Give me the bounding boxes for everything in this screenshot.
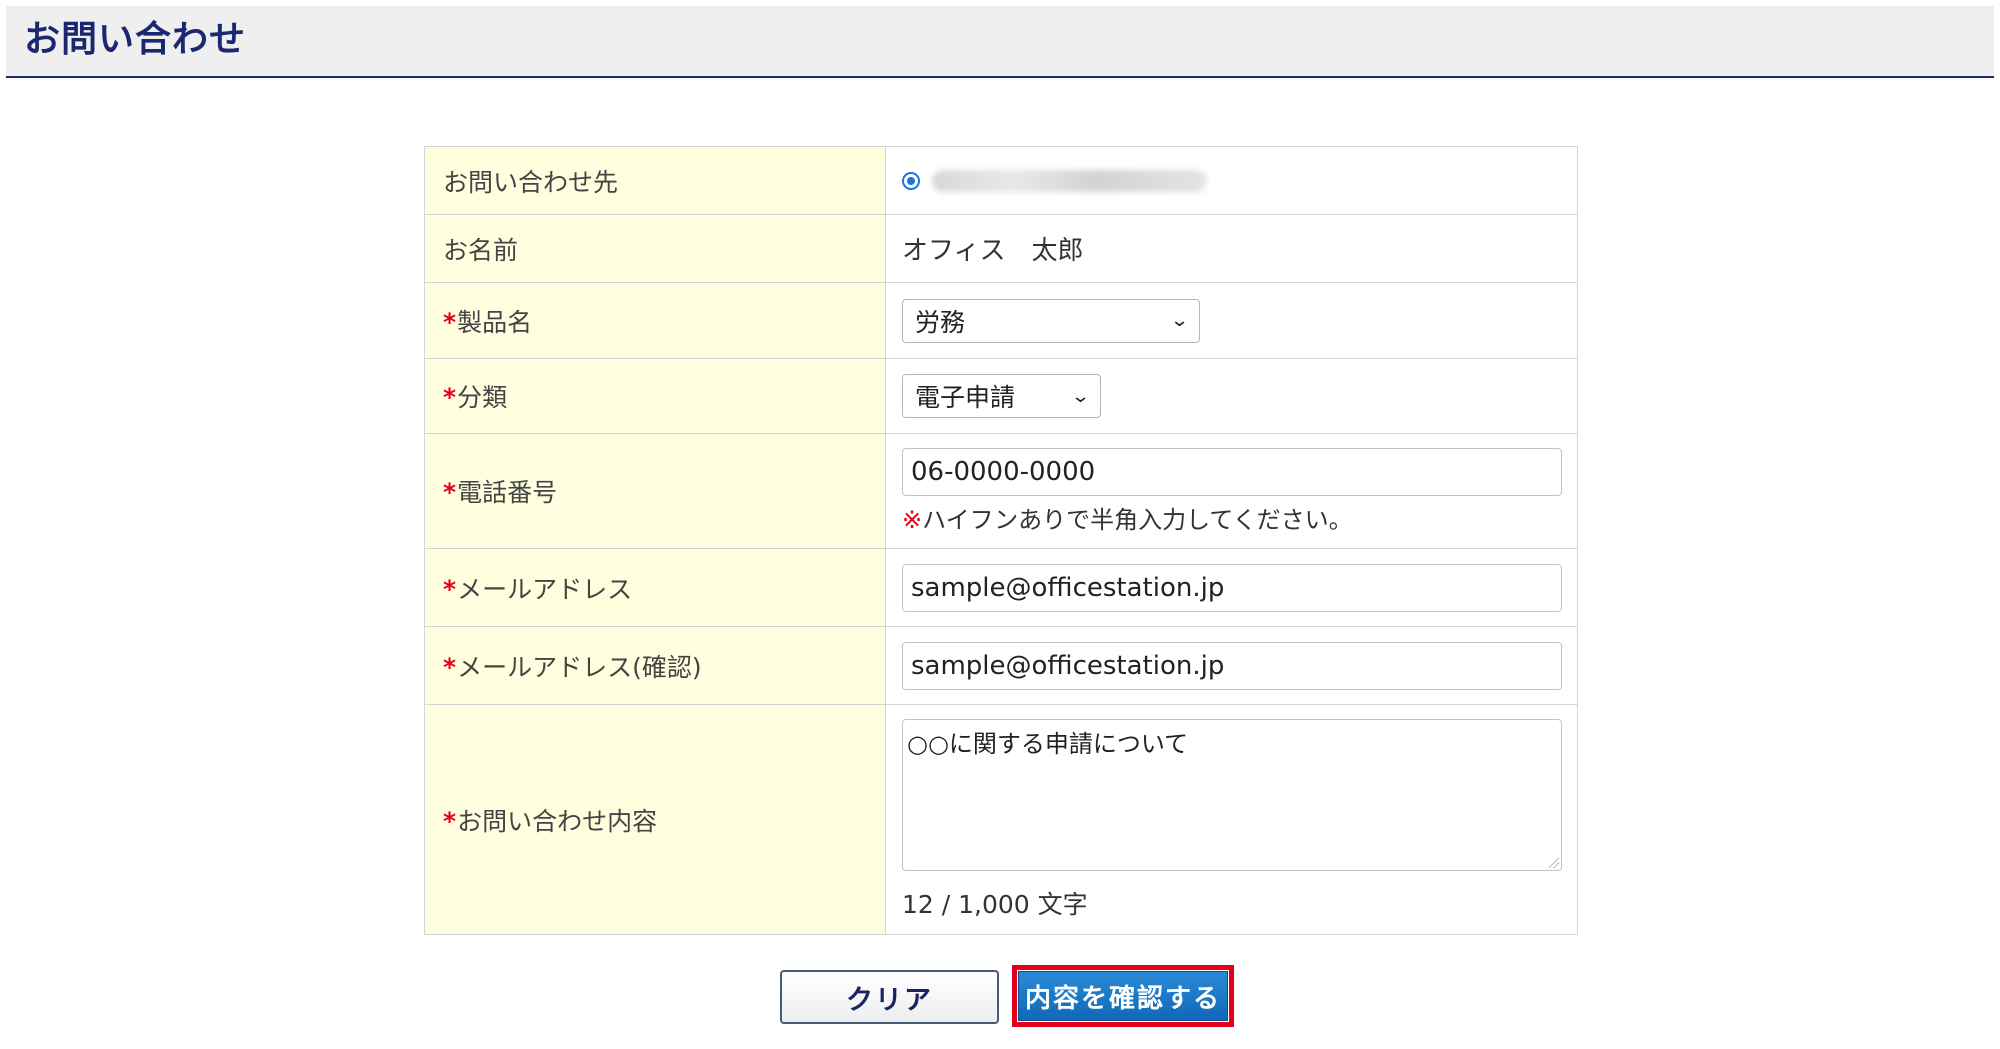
content-value-cell: ○○に関する申請について 12 / 1,000 文字	[885, 704, 1578, 935]
category-value-cell: 電子申請 ⌄	[885, 358, 1578, 434]
destination-name-blurred	[932, 169, 1207, 192]
form-row-phone: *電話番号 06-0000-0000 ※ハイフンありで半角入力してください。	[424, 433, 1578, 549]
name-value: オフィス 太郎	[902, 236, 1084, 266]
phone-label-cell: *電話番号	[424, 433, 886, 549]
clear-button[interactable]: クリア	[780, 970, 999, 1024]
content-label: お問い合わせ内容	[457, 806, 658, 836]
category-label: 分類	[457, 383, 508, 412]
name-label-cell: お名前	[424, 214, 886, 283]
chevron-down-icon: ⌄	[1070, 385, 1091, 407]
phone-input[interactable]: 06-0000-0000	[902, 447, 1562, 496]
name-label: お名前	[443, 235, 519, 265]
required-mark: *	[443, 478, 457, 507]
name-value-cell: オフィス 太郎	[885, 214, 1578, 283]
required-mark: *	[443, 383, 457, 412]
form-row-product: *製品名 労務 ⌄	[424, 282, 1578, 359]
form-row-email-confirm: *メールアドレス(確認) sample@officestation.jp	[424, 626, 1578, 705]
product-label: 製品名	[457, 307, 533, 337]
radio-selected-icon[interactable]	[902, 171, 920, 190]
email-confirm-input[interactable]: sample@officestation.jp	[902, 641, 1562, 690]
required-mark: *	[443, 806, 457, 836]
required-mark: *	[443, 307, 457, 337]
destination-value-cell	[885, 146, 1578, 215]
form-row-destination: お問い合わせ先	[424, 146, 1578, 215]
form-row-content: *お問い合わせ内容 ○○に関する申請について 12 / 1,000 文字	[424, 704, 1578, 935]
content-textarea-value: ○○に関する申請について	[907, 729, 1189, 758]
email-label-cell: *メールアドレス	[424, 548, 886, 627]
email-input[interactable]: sample@officestation.jp	[902, 563, 1562, 612]
phone-note: ※ハイフンありで半角入力してください。	[902, 500, 1562, 535]
form-row-name: お名前 オフィス 太郎	[424, 214, 1578, 283]
email-input-value: sample@officestation.jp	[911, 572, 1225, 603]
product-label-cell: *製品名	[424, 282, 886, 359]
page-header: お問い合わせ	[6, 6, 1994, 78]
phone-input-value: 06-0000-0000	[911, 456, 1096, 487]
phone-value-cell: 06-0000-0000 ※ハイフンありで半角入力してください。	[885, 433, 1578, 549]
category-label-cell: *分類	[424, 358, 886, 434]
email-confirm-input-value: sample@officestation.jp	[911, 650, 1225, 681]
email-confirm-value-cell: sample@officestation.jp	[885, 626, 1578, 705]
confirm-button[interactable]: 内容を確認する	[1018, 971, 1228, 1021]
product-selected-value: 労務	[915, 307, 966, 337]
required-mark: *	[443, 652, 457, 682]
required-mark: *	[443, 574, 457, 604]
email-value-cell: sample@officestation.jp	[885, 548, 1578, 627]
character-counter: 12 / 1,000 文字	[902, 889, 1088, 919]
destination-radio-option[interactable]	[902, 169, 1562, 192]
email-label: メールアドレス	[457, 574, 633, 604]
page-title: お問い合わせ	[24, 19, 247, 60]
category-selected-value: 電子申請	[915, 383, 1016, 412]
destination-label-cell: お問い合わせ先	[424, 146, 886, 215]
resize-grip-icon[interactable]	[1549, 857, 1559, 868]
product-value-cell: 労務 ⌄	[885, 282, 1578, 359]
content-textarea[interactable]: ○○に関する申請について	[902, 718, 1562, 871]
destination-label: お問い合わせ先	[443, 167, 619, 197]
chevron-down-icon: ⌄	[1169, 310, 1190, 331]
email-confirm-label: メールアドレス(確認)	[457, 652, 702, 682]
product-select[interactable]: 労務 ⌄	[902, 298, 1200, 343]
email-confirm-label-cell: *メールアドレス(確認)	[424, 626, 886, 705]
form-row-category: *分類 電子申請 ⌄	[424, 358, 1578, 434]
form-row-email: *メールアドレス sample@officestation.jp	[424, 548, 1578, 627]
inquiry-form-table: お問い合わせ先 お名前 オフィス 太郎 *製品名 労務 ⌄ *分類 電子申請 ⌄…	[424, 146, 1578, 935]
phone-note-text: ハイフンありで半角入力してください。	[922, 505, 1353, 534]
category-select[interactable]: 電子申請 ⌄	[902, 374, 1101, 418]
phone-label: 電話番号	[457, 478, 558, 507]
note-mark: ※	[902, 505, 923, 534]
content-label-cell: *お問い合わせ内容	[424, 704, 886, 935]
